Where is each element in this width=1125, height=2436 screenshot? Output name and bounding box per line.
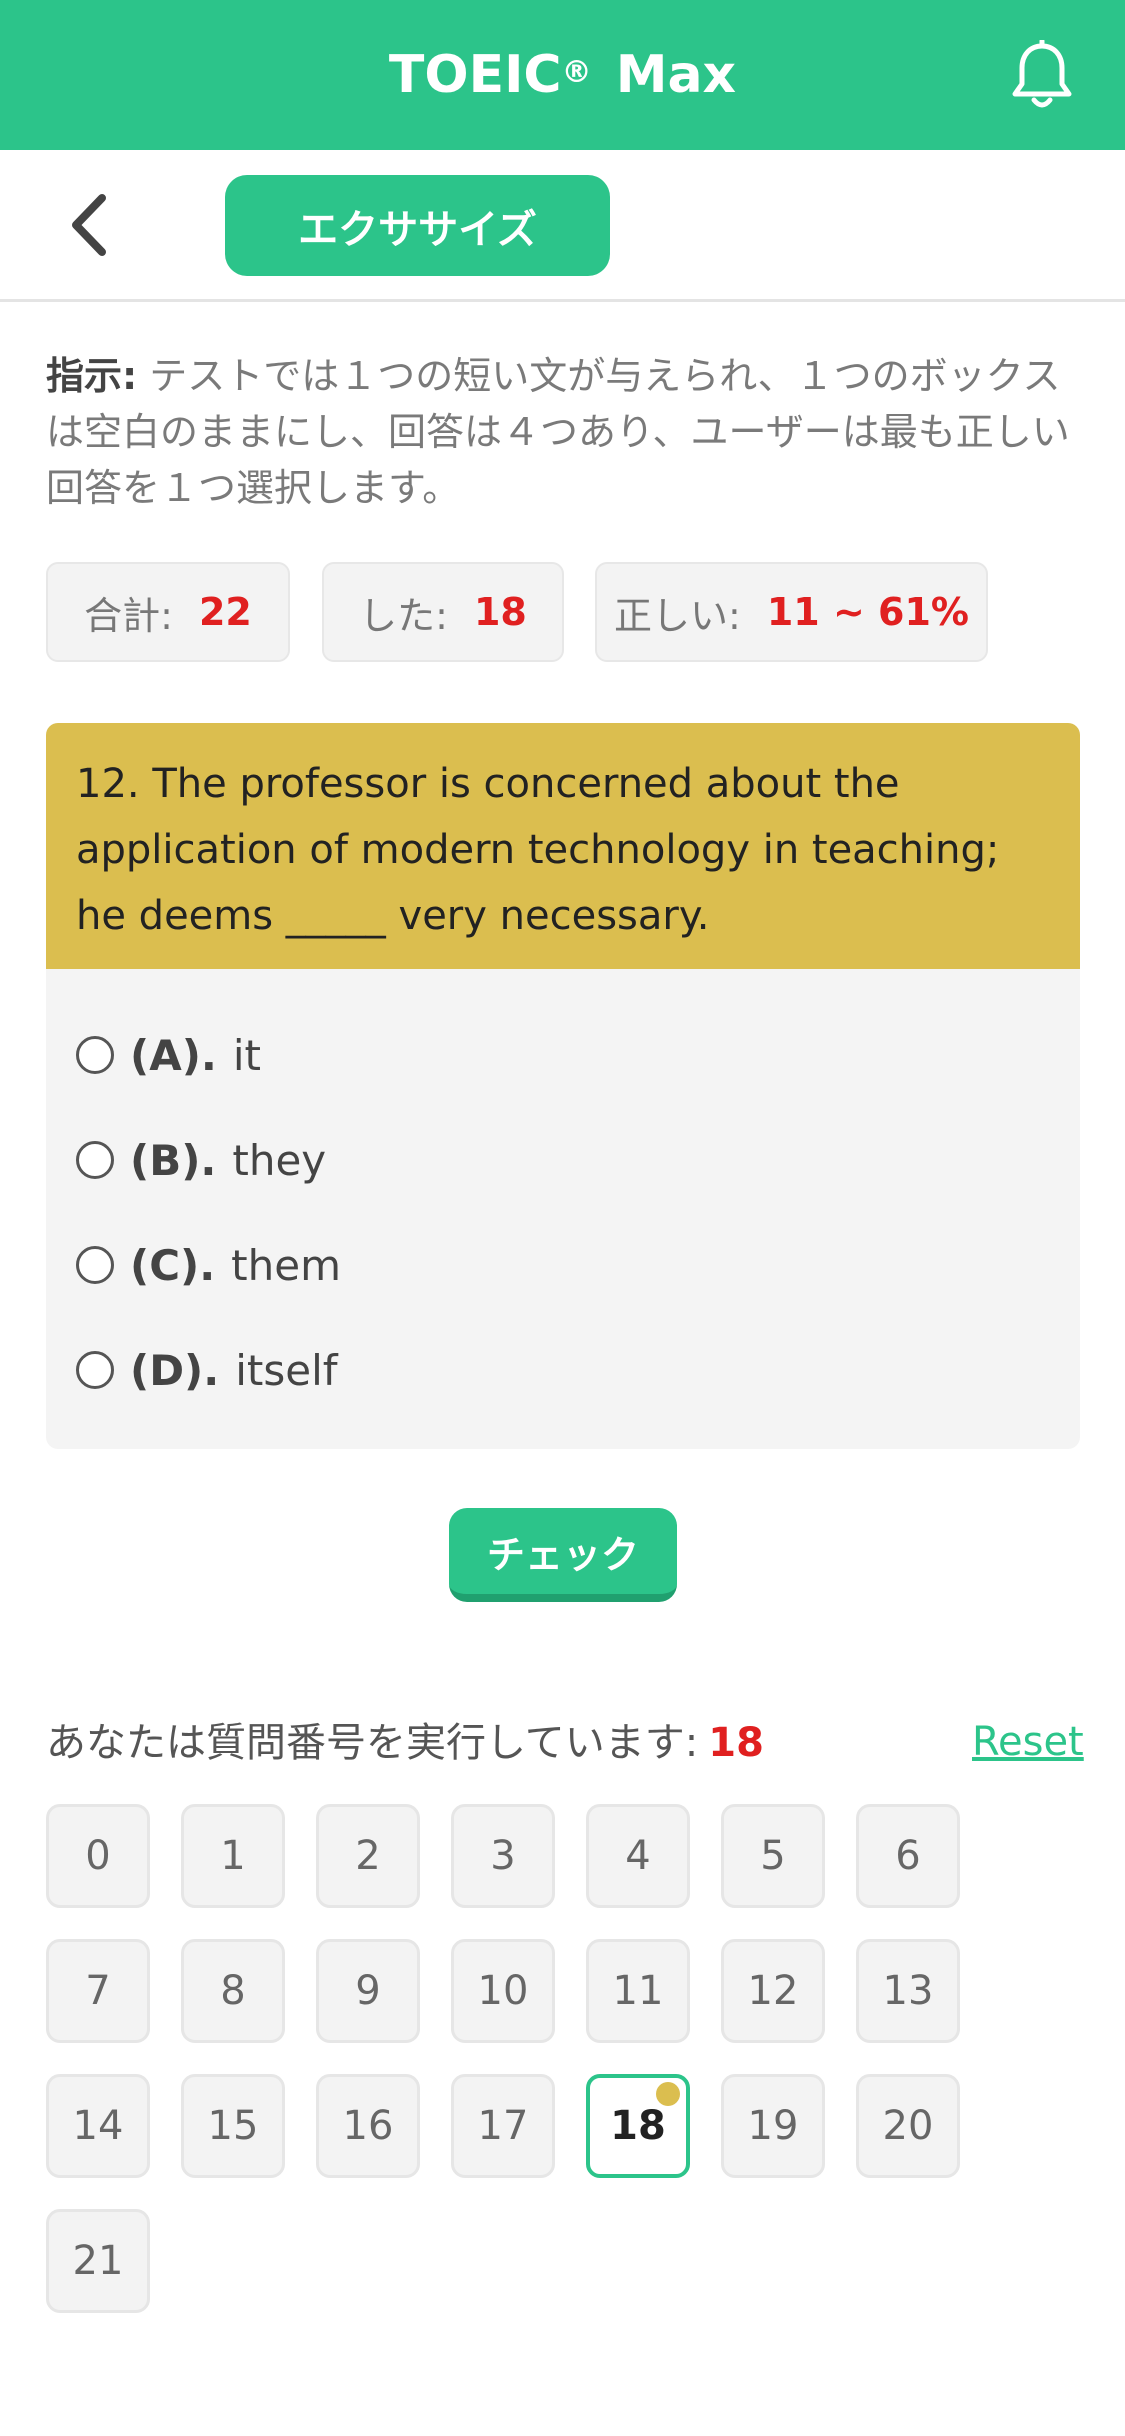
option-letter: (D). [130, 1345, 220, 1395]
option-c[interactable]: (C). them [76, 1230, 341, 1300]
question-number-button[interactable]: 13 [856, 1939, 960, 2043]
stat-done-label: した: [359, 593, 448, 638]
question-number-button[interactable]: 17 [451, 2074, 555, 2178]
question-card: 12. The professor is concerned about the… [46, 723, 1080, 1449]
chevron-left-icon[interactable] [60, 190, 120, 260]
question-text: 12. The professor is concerned about the… [46, 723, 1080, 969]
option-a[interactable]: (A). it [76, 1020, 261, 1090]
current-question-number: 18 [708, 1720, 764, 1766]
stat-done-value: 18 [473, 590, 527, 634]
stat-correct-value: 11 ~ 61% [766, 590, 969, 634]
registered-mark: ® [561, 55, 592, 90]
instructions: 指示: テストでは１つの短い文が与えられ、１つのボックスは空白のままにし、回答は… [46, 348, 1076, 516]
stat-total: 合計: 22 [46, 562, 290, 662]
question-number-button[interactable]: 14 [46, 2074, 150, 2178]
question-number-button[interactable]: 7 [46, 1939, 150, 2043]
question-number-button[interactable]: 9 [316, 1939, 420, 2043]
instructions-label: 指示: [46, 354, 138, 398]
question-number-button[interactable]: 8 [181, 1939, 285, 2043]
check-button[interactable]: チェック [449, 1508, 677, 1602]
question-number-button[interactable]: 11 [586, 1939, 690, 2043]
option-letter: (B). [130, 1135, 217, 1185]
stat-correct-label: 正しい: [614, 593, 741, 638]
question-number-button[interactable]: 21 [46, 2209, 150, 2313]
bell-icon[interactable] [1010, 38, 1074, 112]
question-number-button[interactable]: 3 [451, 1804, 555, 1908]
app-title: TOEIC® Max [388, 45, 737, 105]
app-header: TOEIC® Max [0, 0, 1125, 150]
question-number-button[interactable]: 18 [586, 2074, 690, 2178]
question-number-button[interactable]: 4 [586, 1804, 690, 1908]
option-text: it [232, 1030, 261, 1080]
question-number-button[interactable]: 2 [316, 1804, 420, 1908]
radio-button[interactable] [76, 1141, 114, 1179]
option-letter: (A). [130, 1030, 217, 1080]
sub-navigation: エクササイズ [0, 150, 1125, 302]
radio-button[interactable] [76, 1351, 114, 1389]
stat-total-value: 22 [198, 590, 252, 634]
option-letter: (C). [130, 1240, 216, 1290]
reset-link[interactable]: Reset [972, 1714, 1084, 1770]
stat-correct: 正しい: 11 ~ 61% [595, 562, 988, 662]
option-b[interactable]: (B). they [76, 1125, 326, 1195]
question-number-button[interactable]: 12 [721, 1939, 825, 2043]
instructions-text: テストでは１つの短い文が与えられ、１つのボックスは空白のままにし、回答は４つあり… [46, 354, 1070, 510]
question-number-button[interactable]: 0 [46, 1804, 150, 1908]
stat-done: した: 18 [322, 562, 564, 662]
progress-status: あなたは質問番号を実行しています: 18 [46, 1715, 764, 1771]
question-number-button[interactable]: 16 [316, 2074, 420, 2178]
option-d[interactable]: (D). itself [76, 1335, 338, 1405]
question-number-button[interactable]: 19 [721, 2074, 825, 2178]
question-number-button[interactable]: 15 [181, 2074, 285, 2178]
option-text: they [232, 1135, 327, 1185]
option-text: them [231, 1240, 342, 1290]
radio-button[interactable] [76, 1036, 114, 1074]
tab-exercise[interactable]: エクササイズ [225, 175, 610, 276]
question-number-button[interactable]: 20 [856, 2074, 960, 2178]
question-number-button[interactable]: 6 [856, 1804, 960, 1908]
progress-label: あなたは質問番号を実行しています: [46, 1720, 699, 1766]
stat-total-label: 合計: [84, 593, 173, 638]
radio-button[interactable] [76, 1246, 114, 1284]
option-text: itself [235, 1345, 338, 1395]
question-number-button[interactable]: 5 [721, 1804, 825, 1908]
current-indicator-dot [656, 2082, 680, 2106]
question-number-button[interactable]: 1 [181, 1804, 285, 1908]
question-number-button[interactable]: 10 [451, 1939, 555, 2043]
